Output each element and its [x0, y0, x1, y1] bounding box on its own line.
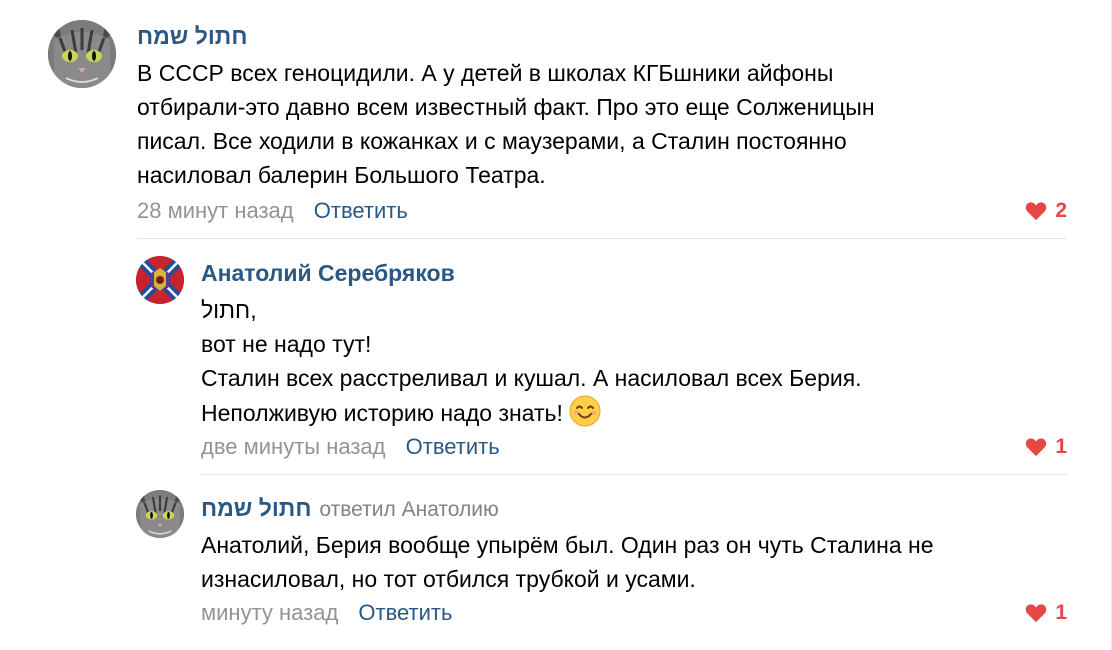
comment-meta: 28 минут назад Ответить [137, 197, 408, 225]
comment-meta: минуту назад Ответить [201, 599, 452, 627]
comment-header: Анатолий Серебряков [201, 259, 455, 291]
cat-avatar-icon[interactable] [48, 20, 116, 88]
like-count: 1 [1055, 435, 1067, 458]
comment-timestamp[interactable]: две минуты назад [201, 434, 386, 459]
like-count: 2 [1055, 199, 1067, 222]
comment-header: חתול שמח ответил Анатолию [201, 494, 499, 526]
comment-timestamp[interactable]: 28 минут назад [137, 198, 294, 223]
reply-button[interactable]: Ответить [406, 434, 500, 459]
smiling-face-emoji-icon [569, 395, 601, 427]
like-button[interactable]: 1 [1025, 433, 1067, 461]
like-count: 1 [1055, 601, 1067, 624]
comment-item: חתול שמח В СССР всех геноцидили. А у дет… [0, 0, 1112, 240]
cat-avatar-icon[interactable] [136, 490, 184, 538]
comment-header: חתול שמח [137, 22, 247, 54]
comment-text: Анатолий, Берия вообще упырём был. Один … [201, 532, 934, 592]
comment-item: חתול שמח ответил Анатолию Анатолий, Берия… [0, 480, 1112, 650]
comments-page: חתול שמח В СССР всех геноцидили. А у дет… [0, 0, 1112, 650]
like-button[interactable]: 1 [1025, 599, 1067, 627]
flag-emblem-avatar-icon[interactable] [136, 256, 184, 304]
comment-divider [137, 238, 1067, 239]
comment-item: Анатолий Серебряков חתול, вот не надо ту… [0, 240, 1112, 480]
comment-text: חתול, вот не надо тут! Сталин всех расст… [201, 297, 862, 426]
heart-icon [1026, 604, 1047, 623]
comment-meta: две минуты назад Ответить [201, 433, 500, 461]
comment-text: В СССР всех геноцидили. А у детей в школ… [137, 60, 875, 188]
reply-to-label[interactable]: ответил Анатолию [319, 498, 498, 521]
author-name-link[interactable]: חתול שמח [201, 495, 311, 521]
like-button[interactable]: 2 [1025, 197, 1067, 225]
author-name-link[interactable]: Анатолий Серебряков [201, 260, 455, 286]
reply-button[interactable]: Ответить [314, 198, 408, 223]
heart-icon [1026, 438, 1047, 457]
comment-divider [201, 474, 1067, 475]
comment-timestamp[interactable]: минуту назад [201, 600, 338, 625]
reply-button[interactable]: Ответить [358, 600, 452, 625]
heart-icon [1026, 202, 1047, 221]
comment-body: חתול, вот не надо тут! Сталин всех расст… [201, 293, 1061, 430]
author-name-link[interactable]: חתול שמח [137, 23, 247, 49]
